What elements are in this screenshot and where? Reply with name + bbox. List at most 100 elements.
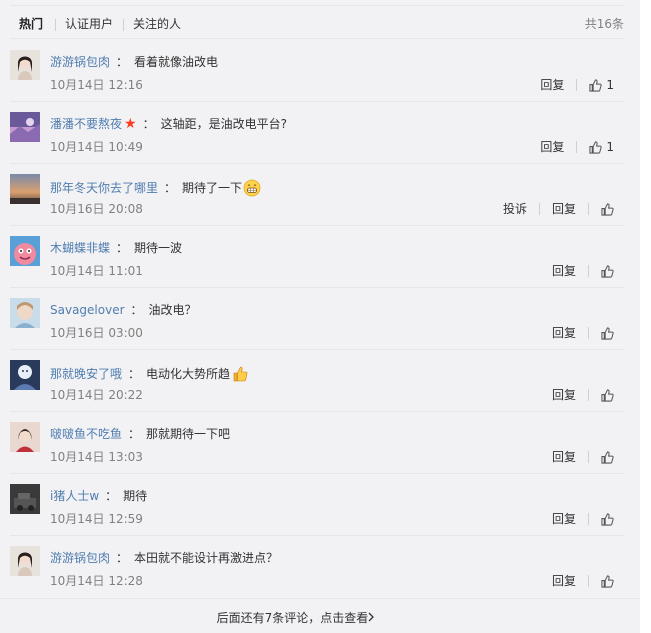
reply-button[interactable]: 回复 bbox=[552, 326, 576, 340]
separator-colon: ： bbox=[130, 303, 143, 317]
avatar[interactable] bbox=[10, 360, 40, 390]
comment-time: 10月14日 12:59 bbox=[50, 512, 143, 526]
username-link[interactable]: Savagelover bbox=[50, 303, 125, 317]
reply-button[interactable]: 回复 bbox=[540, 78, 564, 92]
comment-time: 10月14日 20:22 bbox=[50, 388, 143, 402]
reply-button[interactable]: 回复 bbox=[552, 450, 576, 464]
action-divider bbox=[588, 389, 589, 401]
thumbs-up-icon bbox=[601, 512, 614, 526]
avatar[interactable] bbox=[10, 422, 40, 452]
reply-button[interactable]: 回复 bbox=[552, 202, 576, 216]
comment-text: 那就期待一下吧 bbox=[146, 427, 231, 441]
comment-item: 游游锅包肉 ： 看着就像油改电 10月14日 12:16 回复 1 bbox=[10, 40, 624, 102]
reply-button[interactable]: 回复 bbox=[552, 388, 576, 402]
separator-colon: ： bbox=[105, 489, 118, 503]
username-link[interactable]: 游游锅包肉 bbox=[50, 55, 110, 69]
separator-colon: ： bbox=[128, 367, 141, 381]
tab-followed[interactable]: 关注的人 bbox=[133, 17, 181, 31]
separator-colon: ： bbox=[142, 117, 155, 131]
avatar[interactable] bbox=[10, 174, 40, 204]
thumbs-up-icon bbox=[601, 450, 614, 464]
comment-text: 油改电？ bbox=[148, 303, 197, 317]
reply-button[interactable]: 回复 bbox=[552, 574, 576, 588]
separator-colon: ： bbox=[116, 551, 129, 565]
thumbs-up-icon bbox=[601, 264, 614, 278]
reply-button[interactable]: 回复 bbox=[540, 140, 564, 154]
username-link[interactable]: 潘潘不要熬夜 bbox=[50, 117, 122, 131]
like-button[interactable] bbox=[601, 202, 614, 216]
comment-item: i猪人士w ： 期待 10月14日 12:59 回复 bbox=[10, 474, 624, 536]
comment-time: 10月14日 11:01 bbox=[50, 264, 143, 278]
avatar[interactable] bbox=[10, 484, 40, 514]
comment-time: 10月16日 03:00 bbox=[50, 326, 143, 340]
comment-text: 这轴距，是油改电平台? bbox=[160, 117, 287, 131]
action-divider bbox=[588, 203, 589, 215]
action-divider bbox=[576, 141, 578, 153]
thumbs-up-icon bbox=[601, 202, 614, 216]
like-button[interactable] bbox=[601, 326, 614, 340]
comment-item: 潘潘不要熬夜 ★ ： 这轴距，是油改电平台? 10月14日 10:49 回复 1 bbox=[10, 102, 624, 164]
action-divider bbox=[576, 79, 578, 91]
star-badge-icon: ★ bbox=[124, 116, 137, 132]
tab-verified-users[interactable]: 认证用户 bbox=[65, 17, 113, 31]
comment-text: 电动化大势所趋 bbox=[146, 367, 231, 381]
load-more-comments[interactable]: 后面还有7条评论，点击查看 bbox=[0, 598, 640, 633]
thumbs-up-icon bbox=[589, 78, 603, 92]
avatar[interactable] bbox=[10, 236, 40, 266]
thumbs-up-icon bbox=[601, 326, 614, 340]
comment-item: 那年冬天你去了哪里 ： 期待了一下 10月16日 20:08 投诉 回复 bbox=[10, 164, 624, 226]
username-link[interactable]: i猪人士w bbox=[50, 489, 99, 503]
thumbs-up-icon bbox=[589, 140, 603, 154]
comment-item: Savagelover ： 油改电？ 10月16日 03:00 回复 bbox=[10, 288, 624, 350]
like-button[interactable] bbox=[601, 388, 614, 402]
avatar[interactable] bbox=[10, 50, 40, 80]
load-more-label[interactable]: 后面还有7条评论，点击查看 bbox=[0, 611, 585, 625]
right-edge-strip bbox=[640, 0, 651, 633]
separator-colon: ： bbox=[116, 55, 129, 69]
comment-item: 啵啵鱼不吃鱼 ： 那就期待一下吧 10月14日 13:03 回复 bbox=[10, 412, 624, 474]
username-link[interactable]: 那就晚安了哦 bbox=[50, 367, 122, 381]
comment-item: 游游锅包肉 ： 本田就不能设计再激进点？ 10月14日 12:28 回复 bbox=[10, 536, 624, 598]
reply-button[interactable]: 回复 bbox=[552, 264, 576, 278]
comment-text: 期待一波 bbox=[134, 241, 183, 255]
reply-button[interactable]: 回复 bbox=[552, 512, 576, 526]
like-button[interactable]: 1 bbox=[589, 78, 614, 92]
comments-panel: 热门 认证用户 关注的人 共16条 游游锅包肉 ： 看着就像油改电 10月14日 1… bbox=[0, 0, 640, 633]
avatar[interactable] bbox=[10, 112, 40, 142]
avatar[interactable] bbox=[10, 298, 40, 328]
comment-item: 那就晚安了哦 ： 电动化大势所趋 10月14日 20:22 回复 bbox=[10, 350, 624, 412]
separator-colon: ： bbox=[116, 241, 129, 255]
like-button[interactable]: 1 bbox=[589, 140, 614, 154]
like-button[interactable] bbox=[601, 264, 614, 278]
report-button[interactable]: 投诉 bbox=[503, 202, 527, 216]
comment-time: 10月14日 12:28 bbox=[50, 574, 143, 588]
comment-text: 本田就不能设计再激进点？ bbox=[134, 551, 279, 565]
like-count: 1 bbox=[606, 140, 614, 154]
comment-time: 10月14日 12:16 bbox=[50, 78, 143, 92]
thumbs-up-icon bbox=[601, 574, 614, 588]
action-divider bbox=[588, 575, 589, 587]
comment-time: 10月16日 20:08 bbox=[50, 202, 143, 216]
grin-emoji-icon bbox=[243, 179, 261, 200]
separator-colon: ： bbox=[128, 427, 141, 441]
username-link[interactable]: 那年冬天你去了哪里 bbox=[50, 181, 158, 195]
comment-text: 看着就像油改电 bbox=[134, 55, 219, 69]
action-divider bbox=[588, 265, 589, 277]
like-button[interactable] bbox=[601, 574, 614, 588]
username-link[interactable]: 啵啵鱼不吃鱼 bbox=[50, 427, 122, 441]
thumbs-up-icon bbox=[601, 388, 614, 402]
chevron-right-icon bbox=[367, 611, 375, 626]
like-button[interactable] bbox=[601, 450, 614, 464]
tab-divider bbox=[123, 19, 124, 31]
comment-item: 木蝴蝶非蝶 ： 期待一波 10月14日 11:01 回复 bbox=[10, 226, 624, 288]
like-button[interactable] bbox=[601, 512, 614, 526]
action-divider bbox=[588, 327, 589, 339]
username-link[interactable]: 木蝴蝶非蝶 bbox=[50, 241, 110, 255]
comment-filter-tabs: 热门 认证用户 关注的人 共16条 bbox=[10, 5, 624, 39]
like-count: 1 bbox=[606, 78, 614, 92]
username-link[interactable]: 游游锅包肉 bbox=[50, 551, 110, 565]
comment-count: 共16条 bbox=[584, 17, 624, 31]
tab-hot[interactable]: 热门 bbox=[19, 17, 43, 31]
avatar[interactable] bbox=[10, 546, 40, 576]
action-divider bbox=[588, 513, 589, 525]
